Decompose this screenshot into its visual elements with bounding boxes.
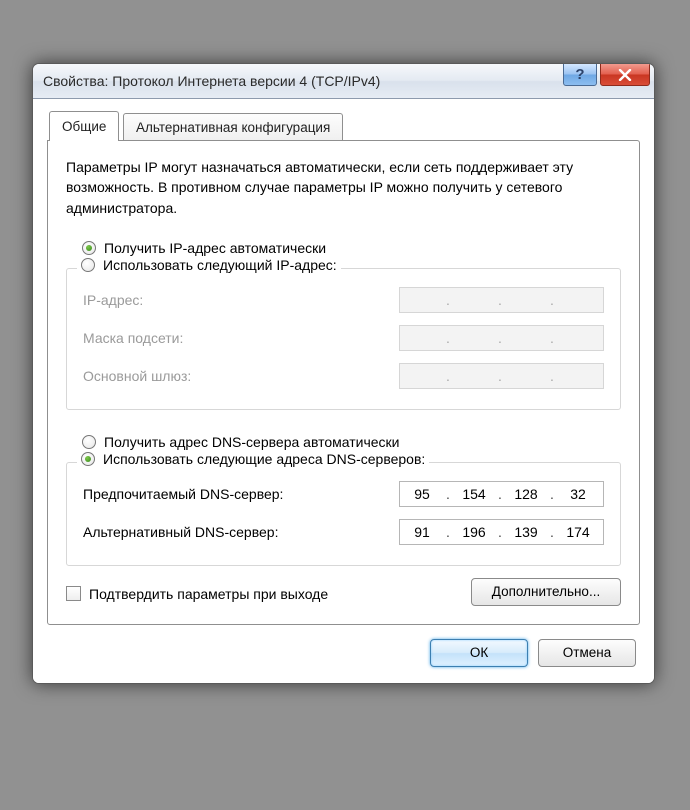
ip-address-input: ...	[399, 287, 604, 313]
alternate-dns-label: Альтернативный DNS-сервер:	[83, 524, 278, 540]
dialog-window: Свойства: Протокол Интернета версии 4 (T…	[32, 63, 655, 684]
radio-ip-manual[interactable]: Использовать следующий IP-адрес:	[77, 257, 341, 273]
dns-octet[interactable]: 95	[400, 486, 444, 502]
preferred-dns-input[interactable]: 95. 154. 128. 32	[399, 481, 604, 507]
dns-octet[interactable]: 196	[452, 524, 496, 540]
tab-general[interactable]: Общие	[49, 111, 119, 141]
field-default-gateway: Основной шлюз: ...	[83, 357, 604, 395]
tab-alternate-label: Альтернативная конфигурация	[136, 120, 330, 135]
ok-button-label: ОК	[470, 645, 488, 660]
tab-alternate[interactable]: Альтернативная конфигурация	[123, 113, 343, 140]
cancel-button[interactable]: Отмена	[538, 639, 636, 667]
help-button[interactable]: ?	[563, 63, 597, 86]
validate-on-exit-label: Подтвердить параметры при выходе	[89, 586, 328, 602]
titlebar-buttons: ?	[563, 63, 650, 86]
radio-dns-manual[interactable]: Использовать следующие адреса DNS-сервер…	[77, 451, 429, 467]
radio-icon	[82, 435, 96, 449]
field-subnet-mask: Маска подсети: ...	[83, 319, 604, 357]
alternate-dns-input[interactable]: 91. 196. 139. 174	[399, 519, 604, 545]
radio-ip-auto-label: Получить IP-адрес автоматически	[104, 240, 326, 256]
subnet-mask-label: Маска подсети:	[83, 330, 183, 346]
tab-panel-general: Параметры IP могут назначаться автоматич…	[47, 140, 640, 625]
window-title: Свойства: Протокол Интернета версии 4 (T…	[43, 73, 380, 89]
cancel-button-label: Отмена	[563, 645, 611, 660]
group-dns-manual: Использовать следующие адреса DNS-сервер…	[66, 462, 621, 566]
close-icon	[618, 69, 632, 81]
client-area: Общие Альтернативная конфигурация Параме…	[33, 99, 654, 683]
dns-octet[interactable]: 32	[556, 486, 600, 502]
field-ip-address: IP-адрес: ...	[83, 281, 604, 319]
subnet-mask-input: ...	[399, 325, 604, 351]
advanced-button-label: Дополнительно...	[492, 584, 600, 599]
radio-icon	[81, 452, 95, 466]
close-button[interactable]	[600, 63, 650, 86]
radio-dns-manual-label: Использовать следующие адреса DNS-сервер…	[103, 451, 425, 467]
dns-octet[interactable]: 139	[504, 524, 548, 540]
dialog-footer: ОК Отмена	[47, 625, 640, 669]
ok-button[interactable]: ОК	[430, 639, 528, 667]
tab-general-label: Общие	[62, 119, 106, 134]
radio-dns-auto-label: Получить адрес DNS-сервера автоматически	[104, 434, 399, 450]
preferred-dns-label: Предпочитаемый DNS-сервер:	[83, 486, 283, 502]
default-gateway-input: ...	[399, 363, 604, 389]
dns-octet[interactable]: 154	[452, 486, 496, 502]
advanced-button[interactable]: Дополнительно...	[471, 578, 621, 606]
dns-octet[interactable]: 174	[556, 524, 600, 540]
field-preferred-dns: Предпочитаемый DNS-сервер: 95. 154. 128.…	[83, 475, 604, 513]
default-gateway-label: Основной шлюз:	[83, 368, 191, 384]
dns-octet[interactable]: 128	[504, 486, 548, 502]
radio-icon	[82, 241, 96, 255]
radio-ip-manual-label: Использовать следующий IP-адрес:	[103, 257, 337, 273]
description-text: Параметры IP могут назначаться автоматич…	[66, 157, 621, 218]
checkbox-icon	[66, 586, 81, 601]
radio-icon	[81, 258, 95, 272]
field-alternate-dns: Альтернативный DNS-сервер: 91. 196. 139.…	[83, 513, 604, 551]
ip-address-label: IP-адрес:	[83, 292, 143, 308]
tab-strip: Общие Альтернативная конфигурация	[47, 111, 640, 141]
group-ip-manual: Использовать следующий IP-адрес: IP-адре…	[66, 268, 621, 410]
titlebar[interactable]: Свойства: Протокол Интернета версии 4 (T…	[33, 64, 654, 99]
dns-octet[interactable]: 91	[400, 524, 444, 540]
